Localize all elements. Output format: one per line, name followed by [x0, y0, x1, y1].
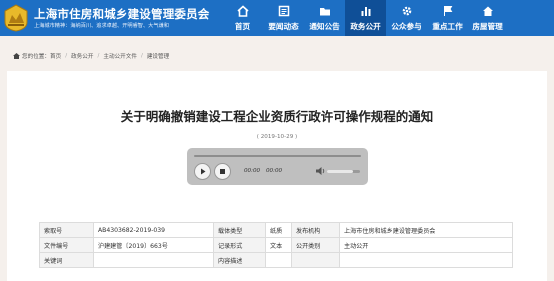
breadcrumb-prefix: 您的位置： — [22, 54, 50, 60]
emblem-logo[interactable] — [3, 4, 29, 32]
table-value — [265, 252, 292, 268]
progress-track[interactable] — [194, 155, 361, 157]
site-header: 上海市住房和城乡建设管理委员会 上海城市精神：海纳百川、追求卓越、开明睿智、大气… — [0, 0, 554, 36]
gear-icon — [402, 6, 411, 16]
breadcrumb: 您的位置： 首页 / 政务公开 / 主动公开文件 / 建设管理 — [13, 52, 169, 60]
house-icon — [482, 6, 493, 16]
site-title[interactable]: 上海市住房和城乡建设管理委员会 — [34, 6, 210, 22]
table-value — [339, 252, 513, 268]
news-icon — [278, 5, 289, 17]
table-value: 上海市住房和城乡建设管理委员会 — [339, 222, 513, 238]
table-value: 纸质 — [265, 222, 292, 238]
table-value — [93, 252, 214, 268]
nav-item-participation[interactable]: 公众参与 — [386, 0, 427, 36]
nav-label: 要闻动态 — [268, 22, 299, 31]
play-button[interactable] — [194, 163, 211, 180]
stop-icon — [220, 169, 225, 174]
table-row: 索取号 AB4303682-2019-039 载体类型 纸质 发布机构 上海市住房和城乡建… — [39, 222, 513, 238]
nav-label: 重点工作 — [432, 22, 463, 31]
table-row: 文件编号 沪建建管〔2019〕663号 记录形式 文本 公开类别 主动公开 — [39, 237, 513, 253]
table-label: 记录形式 — [213, 237, 266, 253]
current-time: 00:00 — [244, 168, 261, 174]
nav-item-news[interactable]: 要闻动态 — [263, 0, 304, 36]
main-nav: 首页 要闻动态 通知公告 政务公开 公众参与 重点工作 房屋管理 — [222, 0, 507, 36]
nav-label: 政务公开 — [350, 22, 381, 31]
table-value: 文本 — [265, 237, 292, 253]
nav-item-key-work[interactable]: 重点工作 — [427, 0, 468, 36]
audio-player: 00:00 00:00 — [187, 148, 368, 185]
nav-item-housing[interactable]: 房屋管理 — [468, 0, 507, 36]
breadcrumb-separator: / — [140, 53, 143, 59]
nav-label: 首页 — [234, 22, 251, 31]
table-value: 主动公开 — [339, 237, 513, 253]
article-title: 关于明确撤销建设工程企业资质行政许可操作规程的通知 — [120, 109, 434, 124]
breadcrumb-link-active-docs[interactable]: 主动公开文件 — [103, 52, 137, 60]
volume-icon[interactable] — [315, 166, 326, 176]
home-icon — [13, 53, 20, 59]
site-slogan: 上海城市精神：海纳百川、追求卓越、开明睿智、大气谦和 — [34, 23, 169, 29]
breadcrumb-link-gov-affairs[interactable]: 政务公开 — [71, 52, 93, 60]
breadcrumb-separator: / — [97, 53, 100, 59]
table-label: 内容描述 — [213, 252, 266, 268]
duration: 00:00 — [266, 168, 283, 174]
article-date: ( 2019-10-29 ) — [256, 134, 298, 140]
chart-icon — [361, 7, 370, 16]
breadcrumb-link-home[interactable]: 首页 — [50, 52, 61, 60]
flag-icon — [443, 6, 452, 16]
table-row: 关键词 内容描述 — [39, 252, 513, 268]
table-label: 关键词 — [39, 252, 94, 268]
document-info-table: 索取号 AB4303682-2019-039 载体类型 纸质 发布机构 上海市住房和城乡建… — [39, 222, 513, 268]
volume-level[interactable] — [327, 170, 354, 173]
nav-label: 公众参与 — [391, 22, 422, 31]
table-label: 载体类型 — [213, 222, 266, 238]
nav-label: 通知公告 — [309, 22, 340, 31]
folder-icon — [319, 8, 330, 16]
table-label — [291, 252, 340, 268]
stop-button[interactable] — [214, 163, 231, 180]
breadcrumb-separator: / — [65, 53, 68, 59]
play-icon — [201, 168, 206, 175]
breadcrumb-link-construction[interactable]: 建设管理 — [147, 52, 169, 60]
table-label: 索取号 — [39, 222, 94, 238]
nav-item-notices[interactable]: 通知公告 — [304, 0, 345, 36]
nav-item-home[interactable]: 首页 — [222, 0, 263, 36]
table-label: 文件编号 — [39, 237, 94, 253]
table-value: 沪建建管〔2019〕663号 — [93, 237, 214, 253]
table-value: AB4303682-2019-039 — [93, 222, 214, 238]
nav-item-gov-affairs[interactable]: 政务公开 — [345, 0, 386, 36]
nav-label: 房屋管理 — [472, 22, 503, 31]
table-label: 发布机构 — [291, 222, 340, 238]
table-label: 公开类别 — [291, 237, 340, 253]
home-icon — [236, 5, 249, 17]
